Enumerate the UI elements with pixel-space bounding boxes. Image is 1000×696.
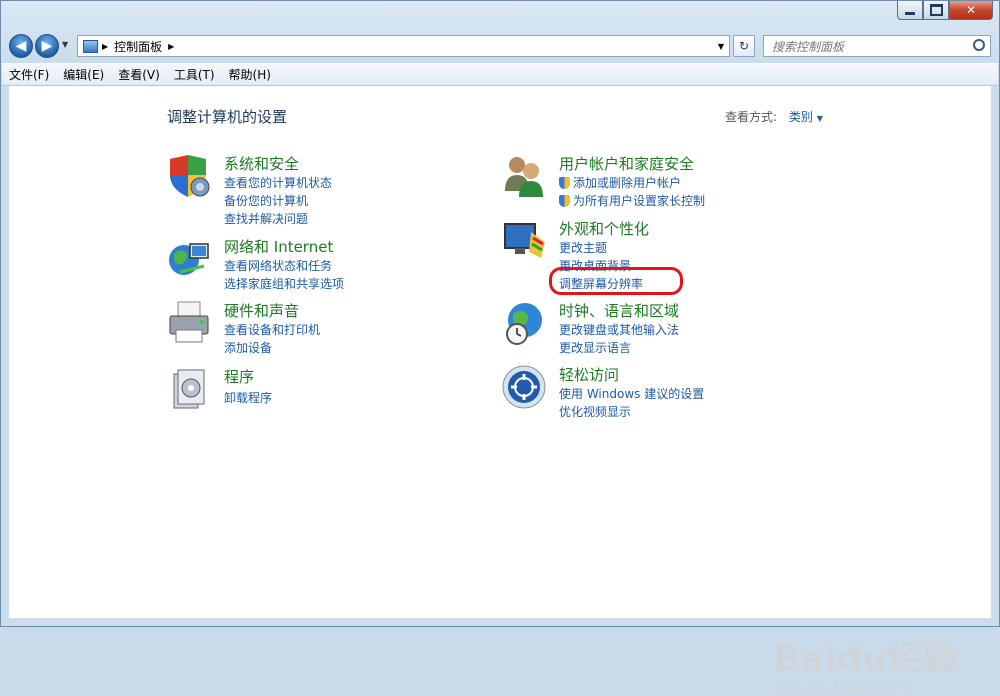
link-add-device[interactable]: 添加设备 — [224, 339, 272, 356]
category-title-ease-of-access[interactable]: 轻松访问 — [559, 364, 619, 385]
link-devices-printers[interactable]: 查看设备和打印机 — [224, 321, 320, 338]
main-content: 调整计算机的设置 查看方式: 类别 ▼ 系统和安全 查看您的计算机状态 备份您的… — [9, 86, 991, 696]
title-bar[interactable]: ✕ — [1, 1, 1000, 29]
printer-icon — [169, 301, 209, 343]
link-change-theme[interactable]: 更改主题 — [559, 239, 607, 256]
category-title-programs[interactable]: 程序 — [224, 366, 254, 387]
search-placeholder: 搜索控制面板 — [772, 39, 845, 54]
link-backup-computer[interactable]: 备份您的计算机 — [224, 192, 308, 209]
clock-globe-icon — [506, 303, 542, 345]
address-separator-icon[interactable]: ▶ — [102, 42, 108, 51]
control-panel-window: ✕ ◀ ▶ ▼ ▶ 控制面板 ▶ ▼ ↻ 搜索控制面板 文件(F) 编辑(E) … — [0, 0, 1000, 696]
recent-pages-dropdown-icon[interactable]: ▼ — [62, 40, 68, 49]
breadcrumb-control-panel[interactable]: 控制面板 — [114, 38, 162, 55]
network-globe-icon — [169, 243, 209, 275]
highlight-annotation — [549, 267, 683, 295]
ease-of-access-icon — [502, 365, 546, 409]
link-troubleshoot[interactable]: 查找并解决问题 — [224, 210, 308, 227]
link-uninstall-program[interactable]: 卸载程序 — [224, 389, 272, 406]
link-optimize-visual-display[interactable]: 优化视频显示 — [559, 403, 631, 420]
link-parental-controls[interactable]: 为所有用户设置家长控制 — [559, 192, 705, 209]
maximize-icon — [929, 4, 943, 16]
category-title-appearance[interactable]: 外观和个性化 — [559, 218, 649, 239]
close-button[interactable]: ✕ — [949, 1, 993, 20]
maximize-button[interactable] — [923, 1, 949, 20]
back-button[interactable]: ◀ — [9, 34, 33, 58]
search-icon[interactable] — [973, 39, 985, 51]
menu-bar: 文件(F) 编辑(E) 查看(V) 工具(T) 帮助(H) — [2, 63, 998, 86]
link-change-display-language[interactable]: 更改显示语言 — [559, 339, 631, 356]
view-dropdown-icon: ▼ — [816, 114, 823, 123]
category-title-system-security[interactable]: 系统和安全 — [224, 153, 299, 174]
category-title-user-accounts[interactable]: 用户帐户和家庭安全 — [559, 153, 694, 174]
minimize-icon — [905, 11, 915, 15]
system-security-shield-icon — [170, 155, 210, 197]
back-arrow-icon: ◀ — [15, 38, 27, 54]
link-windows-recommended-settings[interactable]: 使用 Windows 建议的设置 — [559, 385, 704, 402]
link-view-computer-status[interactable]: 查看您的计算机状态 — [224, 174, 332, 191]
navigation-bar: ◀ ▶ ▼ ▶ 控制面板 ▶ ▼ ↻ 搜索控制面板 — [1, 31, 1000, 61]
view-mode-select[interactable]: 类别 ▼ — [789, 110, 823, 124]
forward-arrow-icon: ▶ — [41, 38, 53, 54]
link-add-remove-accounts[interactable]: 添加或删除用户帐户 — [559, 174, 681, 191]
watermark-url: jingyan.baidu.com — [774, 678, 913, 696]
menu-help[interactable]: 帮助(H) — [222, 66, 278, 83]
address-bar[interactable]: ▶ 控制面板 ▶ ▼ — [77, 35, 730, 57]
category-title-clock-language[interactable]: 时钟、语言和区域 — [559, 300, 679, 321]
menu-edit[interactable]: 编辑(E) — [56, 66, 111, 83]
link-network-status[interactable]: 查看网络状态和任务 — [224, 257, 332, 274]
control-panel-icon — [83, 39, 98, 53]
minimize-button[interactable] — [897, 1, 923, 20]
appearance-monitor-icon — [504, 223, 545, 258]
breadcrumb-chevron-icon[interactable]: ▶ — [168, 42, 174, 51]
link-homegroup-sharing[interactable]: 选择家庭组和共享选项 — [224, 275, 344, 292]
menu-tools[interactable]: 工具(T) — [167, 66, 222, 83]
link-change-keyboard[interactable]: 更改键盘或其他输入法 — [559, 321, 679, 338]
address-dropdown-icon[interactable]: ▼ — [718, 42, 724, 51]
watermark-logo: Baidu经验 — [774, 639, 959, 679]
search-input[interactable]: 搜索控制面板 — [763, 35, 991, 57]
category-title-network[interactable]: 网络和 Internet — [224, 236, 333, 257]
view-mode-label: 查看方式: — [725, 110, 778, 124]
close-icon: ✕ — [965, 3, 977, 17]
uac-shield-icon — [559, 195, 570, 207]
page-title: 调整计算机的设置 — [167, 108, 288, 126]
forward-button[interactable]: ▶ — [35, 34, 59, 58]
programs-box-icon — [173, 369, 205, 409]
uac-shield-icon — [559, 177, 570, 189]
users-icon — [505, 157, 543, 197]
menu-view[interactable]: 查看(V) — [111, 66, 167, 83]
window-controls: ✕ — [897, 1, 993, 20]
view-mode: 查看方式: 类别 ▼ — [725, 108, 823, 125]
category-title-hardware[interactable]: 硬件和声音 — [224, 300, 299, 321]
refresh-icon: ↻ — [738, 39, 750, 53]
refresh-button[interactable]: ↻ — [733, 35, 755, 57]
menu-file[interactable]: 文件(F) — [2, 66, 56, 83]
baidu-watermark: Baidu经验 jingyan.baidu.com — [774, 631, 958, 696]
